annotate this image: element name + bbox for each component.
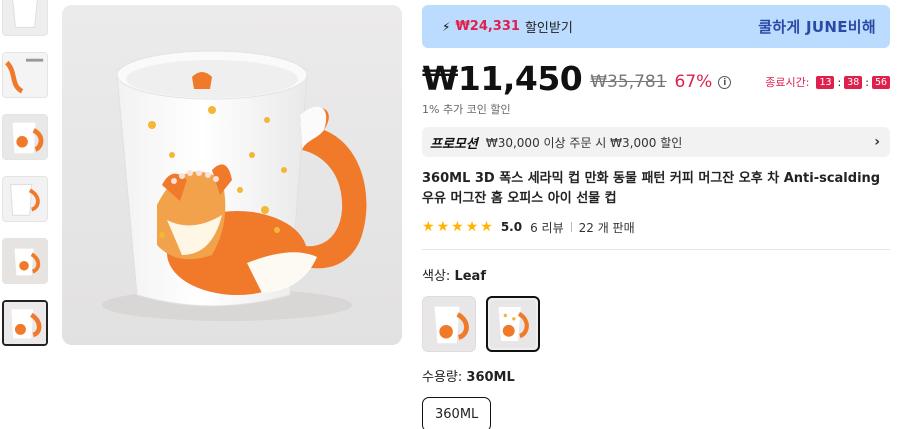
countdown-hours: 13 bbox=[816, 75, 835, 89]
color-option-plain-fox[interactable] bbox=[422, 296, 476, 352]
star-icon: ★ bbox=[451, 219, 464, 235]
banner-slogan: 쿨하게 JUNE비해 bbox=[758, 18, 876, 36]
capacity-option-360ml[interactable]: 360ML bbox=[422, 397, 492, 429]
thumbnail-1[interactable] bbox=[2, 0, 48, 36]
info-icon[interactable]: i bbox=[718, 76, 732, 89]
thumbnail-list bbox=[2, 0, 50, 362]
thumbnail-4[interactable] bbox=[2, 176, 48, 222]
rating-row[interactable]: ★ ★ ★ ★ ★ 5.0 6 리뷰 22 개 판매 bbox=[422, 219, 890, 235]
chevron-right-icon: › bbox=[874, 134, 880, 150]
countdown-minutes: 38 bbox=[844, 75, 863, 89]
countdown-separator: : bbox=[837, 75, 842, 89]
thumbnail-6[interactable] bbox=[2, 300, 48, 346]
review-count[interactable]: 6 리뷰 bbox=[530, 219, 564, 236]
discount-percent: 67% bbox=[674, 72, 713, 92]
color-selected-value: Leaf bbox=[454, 269, 486, 284]
bolt-icon: ⚡ bbox=[442, 19, 451, 34]
color-swatches bbox=[422, 296, 890, 352]
promotion-tag: 프로모션 bbox=[430, 136, 478, 152]
star-icon: ★ bbox=[436, 219, 450, 235]
star-rating: ★ ★ ★ ★ ★ bbox=[422, 220, 493, 234]
countdown-separator: : bbox=[865, 75, 869, 89]
color-label-text: 색상: bbox=[422, 269, 451, 284]
banner-discount: ⚡ ₩24,331 할인받기 bbox=[442, 17, 573, 36]
fox-mug-illustration bbox=[62, 5, 402, 345]
discount-banner[interactable]: ⚡ ₩24,331 할인받기 쿨하게 JUNE비해 bbox=[422, 5, 890, 48]
thumbnail-3[interactable] bbox=[2, 114, 48, 160]
coin-discount-text: 1% 추가 코인 할인 bbox=[422, 103, 511, 116]
star-icon: ★ bbox=[465, 219, 479, 235]
banner-discount-text: 할인받기 bbox=[524, 21, 573, 36]
promotion-text: ₩30,000 이상 주문 시 ₩3,000 할인 bbox=[485, 135, 683, 150]
current-price: ₩11,450 bbox=[422, 59, 583, 98]
color-label: 색상: Leaf bbox=[422, 265, 890, 284]
color-option-leaf[interactable] bbox=[486, 296, 540, 352]
product-info-panel: ⚡ ₩24,331 할인받기 쿨하게 JUNE비해 ₩11,450 ₩35,78… bbox=[422, 5, 890, 429]
thumbnail-2[interactable] bbox=[2, 52, 48, 98]
star-icon: ★ bbox=[422, 219, 435, 235]
rating-value: 5.0 bbox=[500, 220, 523, 234]
countdown-timer: 종료시간: 13 : 38 : 56 bbox=[765, 74, 890, 90]
product-title: 360ML 3D 폭스 세라믹 컵 만화 동물 패턴 커피 머그잔 오후 차 A… bbox=[422, 171, 881, 206]
section-divider bbox=[422, 249, 890, 250]
capacity-label: 수용량: 360ML bbox=[422, 366, 890, 385]
sold-count: 22 개 판매 bbox=[578, 220, 635, 235]
countdown-label: 종료시간: bbox=[765, 76, 810, 89]
price-row: ₩11,450 ₩35,781 67% i 종료시간: 13 : 38 : 56 bbox=[422, 58, 890, 98]
original-price: ₩35,781 bbox=[590, 72, 667, 92]
capacity-label-text: 수용량: bbox=[422, 370, 463, 385]
thumbnail-5[interactable] bbox=[2, 238, 48, 284]
star-icon: ★ bbox=[480, 219, 493, 235]
capacity-selected-value: 360ML bbox=[466, 370, 515, 385]
promotion-bar[interactable]: 프로모션 ₩30,000 이상 주문 시 ₩3,000 할인 › bbox=[422, 127, 890, 157]
divider bbox=[570, 222, 572, 232]
main-product-image[interactable] bbox=[62, 5, 402, 345]
banner-discount-amount: ₩24,331 bbox=[455, 19, 520, 34]
countdown-seconds: 56 bbox=[871, 75, 890, 89]
